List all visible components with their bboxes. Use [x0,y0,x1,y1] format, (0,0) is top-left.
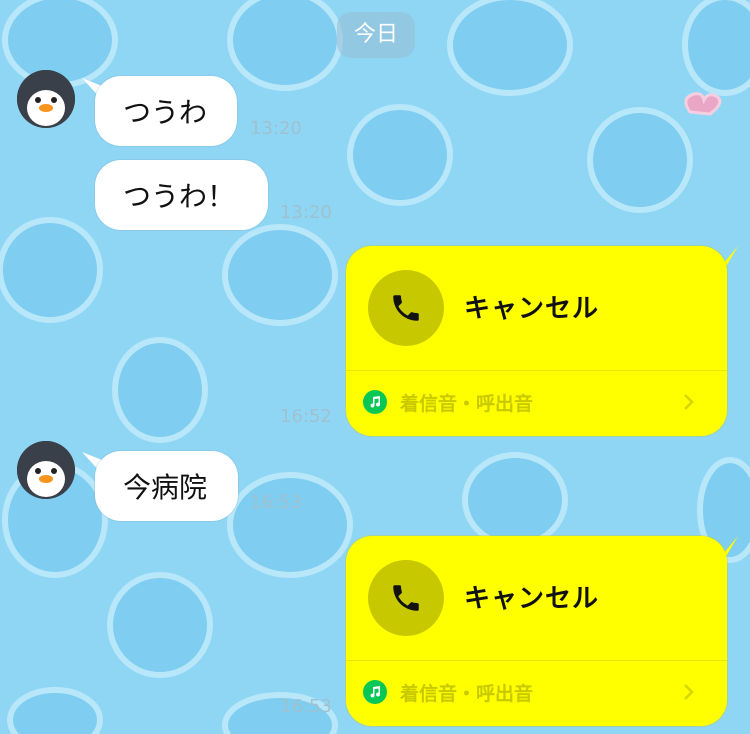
call-status-title: キャンセル [464,584,600,614]
call-status-title: キャンセル [464,294,600,324]
call-card[interactable]: キャンセル 着信音・呼出音 [346,246,727,436]
call-summary[interactable]: キャンセル [346,246,727,370]
ringtone-label: 着信音・呼出音 [400,683,534,705]
penguin-avatar-icon [17,441,75,499]
ringtone-link[interactable]: 着信音・呼出音 [346,371,727,436]
sender-avatar[interactable] [17,441,75,499]
chevron-right-icon [684,394,694,410]
message-bubble[interactable]: 今病院 [95,451,238,521]
date-separator: 今日 [337,12,415,58]
message-time: 13:20 [250,118,302,139]
call-summary[interactable]: キャンセル [346,536,727,660]
message-time: 16:53 [250,492,302,513]
ringtone-link[interactable]: 着信音・呼出音 [346,661,727,726]
phone-icon [368,270,444,346]
message-text: 今病院 [123,471,208,504]
music-note-icon [363,680,387,704]
message-bubble[interactable]: つうわ [95,76,237,146]
call-card[interactable]: キャンセル 着信音・呼出音 [346,536,727,726]
message-time: 16:52 [280,406,332,427]
message-text: つうわ [123,96,208,129]
music-note-icon [363,390,387,414]
message-time: 13:20 [280,202,332,223]
penguin-avatar-icon [17,70,75,128]
phone-icon [368,560,444,636]
sender-avatar[interactable] [17,70,75,128]
message-bubble[interactable]: つうわ！ [95,160,268,230]
ringtone-label: 着信音・呼出音 [400,393,534,415]
message-text: つうわ！ [123,180,236,213]
message-time: 16:53 [280,696,332,717]
chevron-right-icon [684,684,694,700]
